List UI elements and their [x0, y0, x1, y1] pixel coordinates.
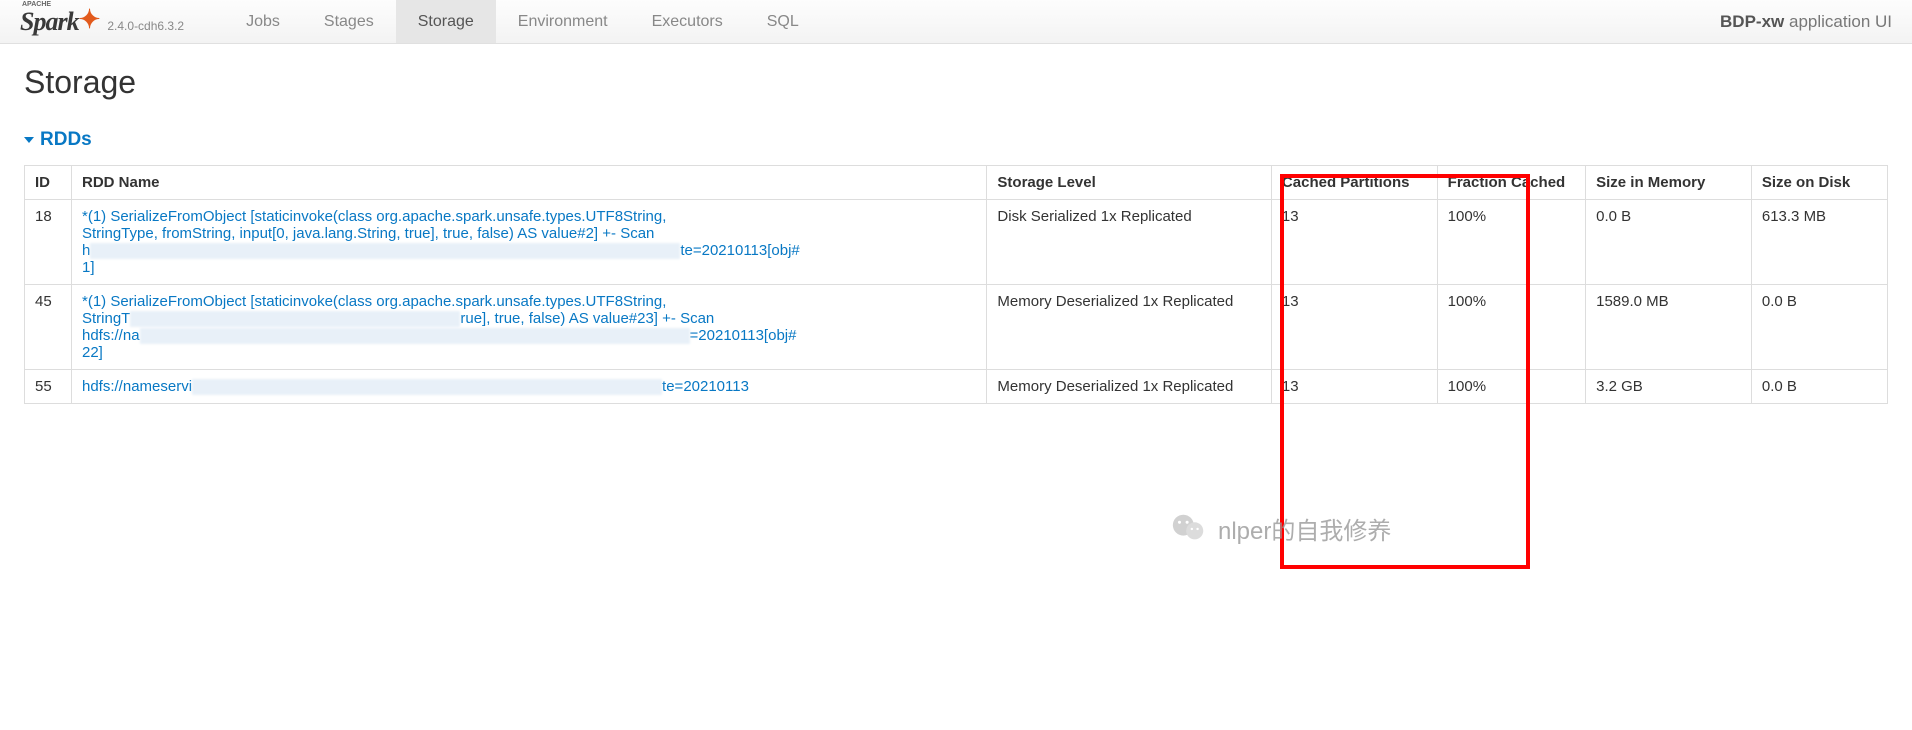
table-row: 18 *(1) SerializeFromObject [staticinvok…	[25, 200, 1888, 285]
nav-environment[interactable]: Environment	[496, 0, 630, 43]
th-cached-partitions[interactable]: Cached Partitions	[1271, 166, 1437, 200]
section-title: RDDs	[40, 129, 92, 151]
cell-id: 45	[25, 285, 72, 370]
cell-rdd-name: hdfs://nameservite=20210113	[72, 370, 987, 404]
caret-down-icon	[24, 137, 34, 143]
top-navbar: Spark✦ 2.4.0-cdh6.3.2 Jobs Stages Storag…	[0, 0, 1912, 44]
nav-jobs[interactable]: Jobs	[224, 0, 302, 43]
cell-fraction-cached: 100%	[1437, 285, 1585, 370]
th-id[interactable]: ID	[25, 166, 72, 200]
spark-logo-star-icon: ✦	[79, 5, 100, 34]
nav-executors[interactable]: Executors	[630, 0, 745, 43]
redacted-text	[140, 328, 690, 344]
cell-storage-level: Disk Serialized 1x Replicated	[987, 200, 1272, 285]
th-rdd-name[interactable]: RDD Name	[72, 166, 987, 200]
table-row: 45 *(1) SerializeFromObject [staticinvok…	[25, 285, 1888, 370]
cell-size-in-memory: 0.0 B	[1586, 200, 1752, 285]
th-fraction-cached[interactable]: Fraction Cached	[1437, 166, 1585, 200]
main-nav: Jobs Stages Storage Environment Executor…	[224, 0, 821, 43]
rdd-table: ID RDD Name Storage Level Cached Partiti…	[24, 165, 1888, 404]
app-title: BDP-xw application UI	[1720, 12, 1892, 32]
cell-id: 18	[25, 200, 72, 285]
table-row: 55 hdfs://nameservite=20210113 Memory De…	[25, 370, 1888, 404]
cell-fraction-cached: 100%	[1437, 200, 1585, 285]
nav-stages[interactable]: Stages	[302, 0, 396, 43]
cell-rdd-name: *(1) SerializeFromObject [staticinvoke(c…	[72, 200, 987, 285]
cell-size-in-memory: 1589.0 MB	[1586, 285, 1752, 370]
th-size-on-disk[interactable]: Size on Disk	[1751, 166, 1887, 200]
nav-sql[interactable]: SQL	[745, 0, 821, 43]
rdd-link[interactable]: *(1) SerializeFromObject [staticinvoke(c…	[82, 208, 976, 276]
redacted-text	[90, 243, 680, 259]
cell-id: 55	[25, 370, 72, 404]
nav-storage[interactable]: Storage	[396, 0, 496, 43]
cell-cached-partitions: 13	[1271, 370, 1437, 404]
redacted-text	[130, 311, 460, 327]
cell-size-on-disk: 613.3 MB	[1751, 200, 1887, 285]
redacted-text	[192, 379, 662, 395]
rdd-link[interactable]: *(1) SerializeFromObject [staticinvoke(c…	[82, 293, 976, 361]
cell-cached-partitions: 13	[1271, 200, 1437, 285]
rdd-link[interactable]: hdfs://nameservite=20210113	[82, 378, 976, 395]
spark-logo: Spark✦	[20, 7, 99, 37]
th-storage-level[interactable]: Storage Level	[987, 166, 1272, 200]
content-area: Storage RDDs ID RDD Name Storage Level C…	[0, 44, 1912, 424]
rdds-section-toggle[interactable]: RDDs	[24, 129, 1888, 151]
wechat-icon	[1170, 509, 1208, 547]
cell-size-on-disk: 0.0 B	[1751, 285, 1887, 370]
cell-rdd-name: *(1) SerializeFromObject [staticinvoke(c…	[72, 285, 987, 370]
cell-cached-partitions: 13	[1271, 285, 1437, 370]
cell-size-in-memory: 3.2 GB	[1586, 370, 1752, 404]
brand: Spark✦ 2.4.0-cdh6.3.2	[20, 7, 184, 37]
page-title: Storage	[24, 64, 1888, 101]
watermark-text: nlper的自我修养	[1218, 511, 1391, 546]
spark-version: 2.4.0-cdh6.3.2	[107, 19, 184, 33]
watermark: nlper的自我修养	[1170, 509, 1391, 547]
cell-storage-level: Memory Deserialized 1x Replicated	[987, 285, 1272, 370]
cell-fraction-cached: 100%	[1437, 370, 1585, 404]
table-header-row: ID RDD Name Storage Level Cached Partiti…	[25, 166, 1888, 200]
cell-storage-level: Memory Deserialized 1x Replicated	[987, 370, 1272, 404]
cell-size-on-disk: 0.0 B	[1751, 370, 1887, 404]
th-size-in-memory[interactable]: Size in Memory	[1586, 166, 1752, 200]
